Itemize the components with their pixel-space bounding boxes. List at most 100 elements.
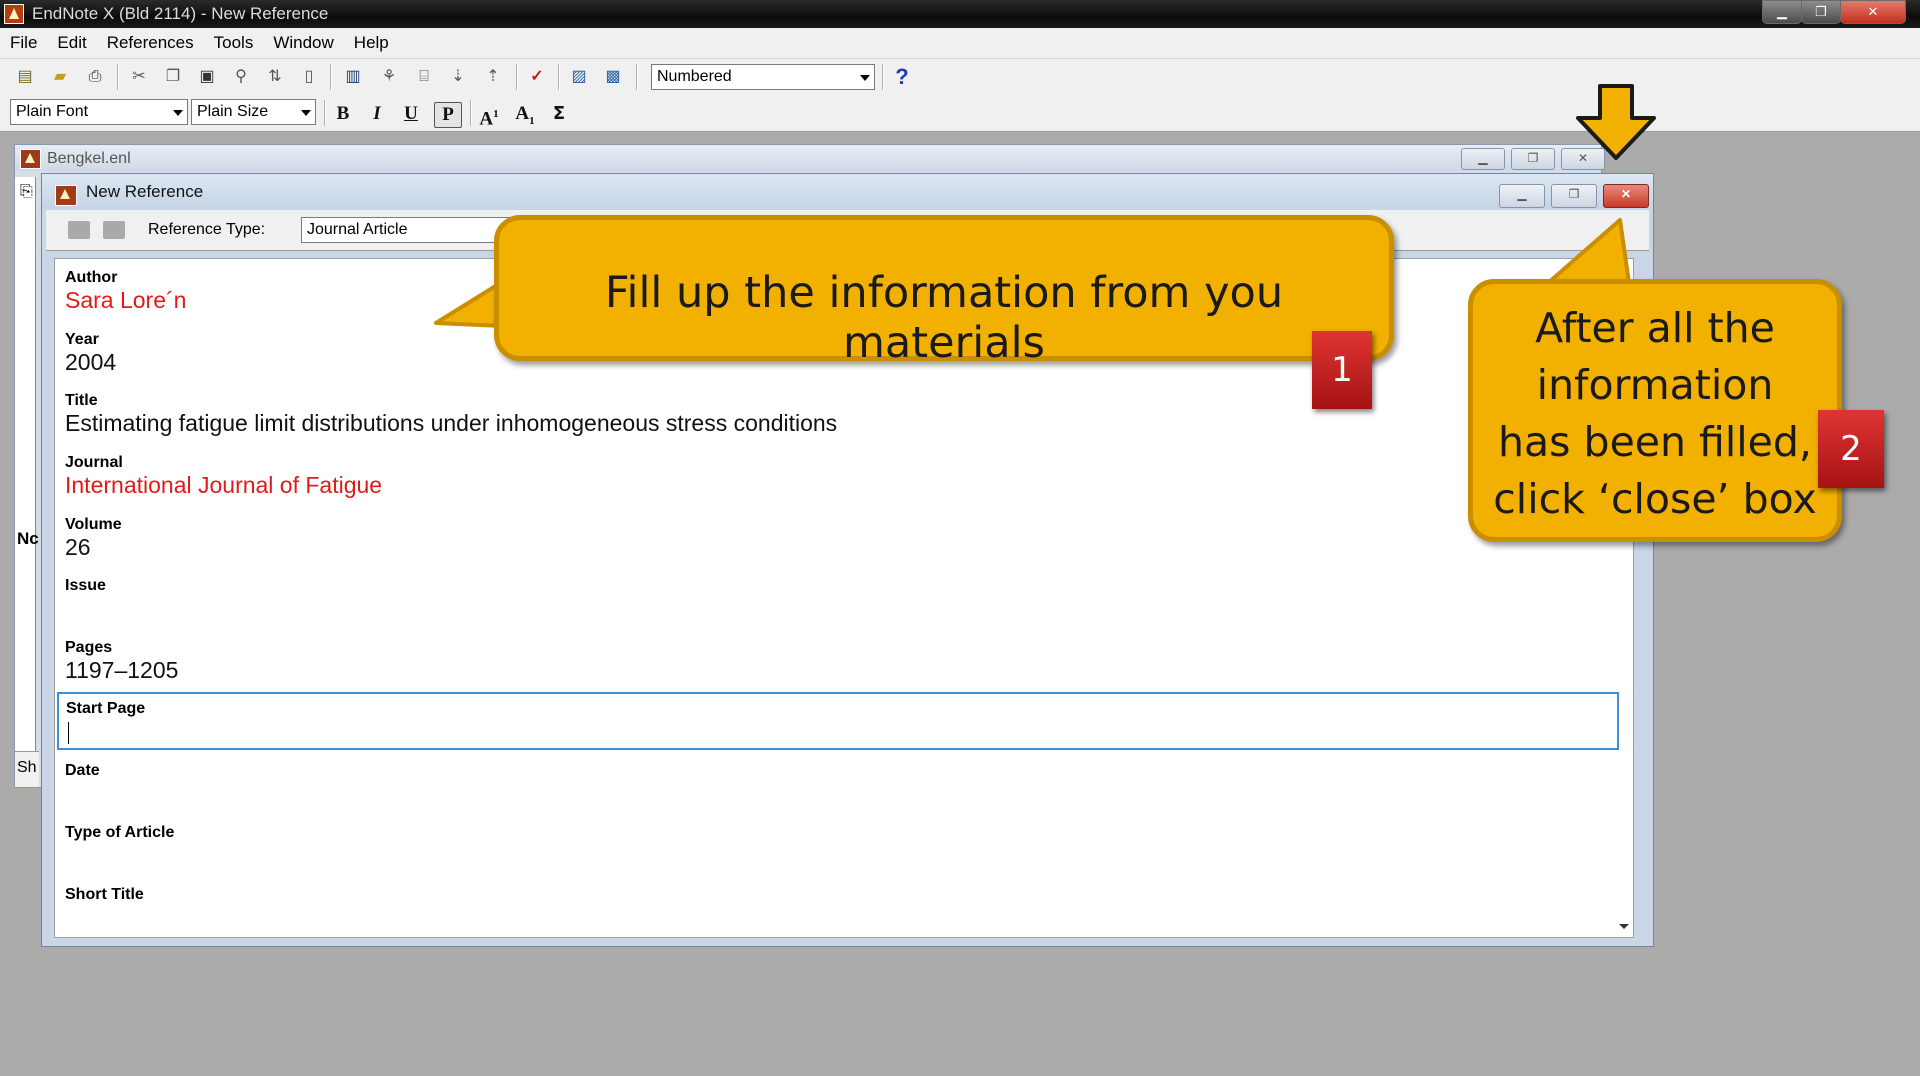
scroll-down-icon[interactable]: [1619, 924, 1629, 929]
superscript-mark: 1: [493, 108, 499, 120]
subscript-button[interactable]: A1: [512, 102, 538, 133]
field-title[interactable]: Title Estimating fatigue limit distribut…: [65, 392, 1615, 437]
font-select[interactable]: Plain Font: [10, 99, 188, 125]
library-title: Bengkel.enl: [47, 150, 131, 167]
library-reference-list[interactable]: ⎘: [15, 177, 36, 751]
library-bottom-bar: Sh: [15, 751, 39, 787]
library-panel-label: Nc: [17, 529, 39, 548]
symbol-button[interactable]: Σ: [546, 102, 572, 126]
menu-help[interactable]: Help: [344, 28, 399, 58]
field-label: Title: [65, 392, 98, 409]
italic-button[interactable]: I: [364, 102, 390, 126]
size-select[interactable]: Plain Size: [191, 99, 316, 125]
spellcheck-icon[interactable]: ✓: [526, 66, 548, 88]
clipboard-icon[interactable]: ▯: [298, 66, 320, 88]
menu-file[interactable]: File: [0, 28, 47, 58]
field-value[interactable]: 26: [65, 534, 1615, 561]
library-title-bar: Bengkel.enl ▁ ❐ ✕: [15, 145, 1605, 171]
output-style-select[interactable]: Numbered: [651, 64, 875, 90]
new-reference-title: New Reference: [86, 182, 204, 201]
field-label: Date: [65, 762, 100, 779]
endnote-library-icon: [20, 149, 41, 169]
menu-references[interactable]: References: [97, 28, 204, 58]
print-icon[interactable]: ⎙: [84, 66, 106, 88]
new-reference-close-button[interactable]: ✕: [1603, 184, 1649, 208]
find-icon[interactable]: ⚲: [230, 66, 252, 88]
insert-picture-icon[interactable]: ▨: [568, 66, 590, 88]
field-label: Type of Article: [65, 824, 175, 841]
field-label: Pages: [65, 639, 113, 656]
insert-object-icon[interactable]: ▩: [602, 66, 624, 88]
field-label: Start Page: [66, 700, 146, 717]
bold-button[interactable]: B: [330, 102, 356, 126]
menu-edit[interactable]: Edit: [47, 28, 96, 58]
field-pages[interactable]: Pages 1197–1205: [65, 639, 1615, 684]
new-reference-title-bar: New Reference ▁ ❐ ✕: [42, 174, 1653, 208]
next-reference-icon[interactable]: [103, 221, 125, 239]
main-title-bar: EndNote X (Bld 2114) - New Reference ▁ ❐…: [0, 0, 1920, 28]
import-icon[interactable]: ⌸: [413, 66, 435, 88]
size-select-value: Plain Size: [197, 103, 269, 120]
field-date[interactable]: Date: [65, 762, 1615, 780]
open-library-icon[interactable]: ▰: [49, 66, 71, 88]
field-volume[interactable]: Volume 26: [65, 516, 1615, 561]
text-cursor: [68, 722, 69, 744]
plain-button[interactable]: P: [434, 102, 462, 128]
format-bibliography-icon[interactable]: ⇡: [482, 66, 504, 88]
paste-icon[interactable]: ▣: [196, 66, 218, 88]
copy-icon[interactable]: ❐: [162, 66, 184, 88]
document-icon[interactable]: ▥: [342, 66, 364, 88]
step-badge-1: 1: [1312, 331, 1372, 409]
library-minimize-button[interactable]: ▁: [1461, 148, 1505, 170]
new-reference-restore-button[interactable]: ❐: [1551, 184, 1597, 208]
chevron-down-icon: [173, 110, 183, 116]
online-search-icon[interactable]: ⚘: [378, 66, 400, 88]
instruction-callout-2: After all the information has been fille…: [1468, 279, 1842, 542]
field-journal[interactable]: Journal International Journal of Fatigue: [65, 454, 1615, 499]
field-value[interactable]: International Journal of Fatigue: [65, 472, 1615, 499]
callout-text: After all the information has been fille…: [1473, 300, 1837, 528]
underline-button[interactable]: U: [398, 102, 424, 126]
field-start-page[interactable]: Start Page: [57, 692, 1619, 750]
field-short-title[interactable]: Short Title: [65, 886, 1615, 904]
minimize-button[interactable]: ▁: [1762, 0, 1802, 24]
previous-reference-icon[interactable]: [68, 221, 90, 239]
chevron-down-icon: [301, 110, 311, 116]
new-library-icon[interactable]: ▤: [14, 66, 36, 88]
field-issue[interactable]: Issue: [65, 577, 1615, 595]
close-button[interactable]: ✕: [1840, 0, 1906, 24]
new-reference-window-controls: ▁ ❐ ✕: [1493, 184, 1649, 208]
subscript-label: A: [515, 103, 530, 124]
library-restore-button[interactable]: ❐: [1511, 148, 1555, 170]
step-badge-2: 2: [1818, 410, 1884, 488]
reference-type-value: Journal Article: [307, 221, 408, 238]
menu-tools[interactable]: Tools: [204, 28, 264, 58]
arrow-down-icon: [1576, 84, 1656, 160]
font-select-value: Plain Font: [16, 103, 89, 120]
new-reference-minimize-button[interactable]: ▁: [1499, 184, 1545, 208]
instruction-callout-1: Fill up the information from you materia…: [494, 215, 1394, 368]
show-preview-label[interactable]: Sh: [17, 759, 37, 777]
window-title: EndNote X (Bld 2114) - New Reference: [32, 4, 329, 23]
callout-line: click ‘close’ box: [1493, 475, 1817, 523]
callout-line: information: [1536, 361, 1774, 409]
field-label: Volume: [65, 516, 122, 533]
sort-icon[interactable]: ⇅: [264, 66, 286, 88]
callout-line: has been filled,: [1498, 418, 1812, 466]
subscript-mark: 1: [529, 114, 535, 127]
help-button[interactable]: ?: [891, 66, 913, 88]
field-label: Journal: [65, 454, 123, 471]
endnote-app-icon: [4, 4, 24, 24]
chevron-down-icon: [860, 75, 870, 81]
field-type-of-article[interactable]: Type of Article: [65, 824, 1615, 842]
cut-icon[interactable]: ✂: [128, 66, 150, 88]
reference-type-label: Reference Type:: [148, 221, 266, 238]
superscript-label: A: [479, 108, 494, 130]
field-value[interactable]: Estimating fatigue limit distributions u…: [65, 410, 1615, 437]
insert-citation-icon[interactable]: ⇣: [447, 66, 469, 88]
restore-button[interactable]: ❐: [1801, 0, 1841, 24]
menu-window[interactable]: Window: [263, 28, 343, 58]
superscript-button[interactable]: A1: [476, 102, 502, 131]
attachment-icon: ⎘: [20, 183, 33, 200]
field-value[interactable]: 1197–1205: [65, 657, 1615, 684]
